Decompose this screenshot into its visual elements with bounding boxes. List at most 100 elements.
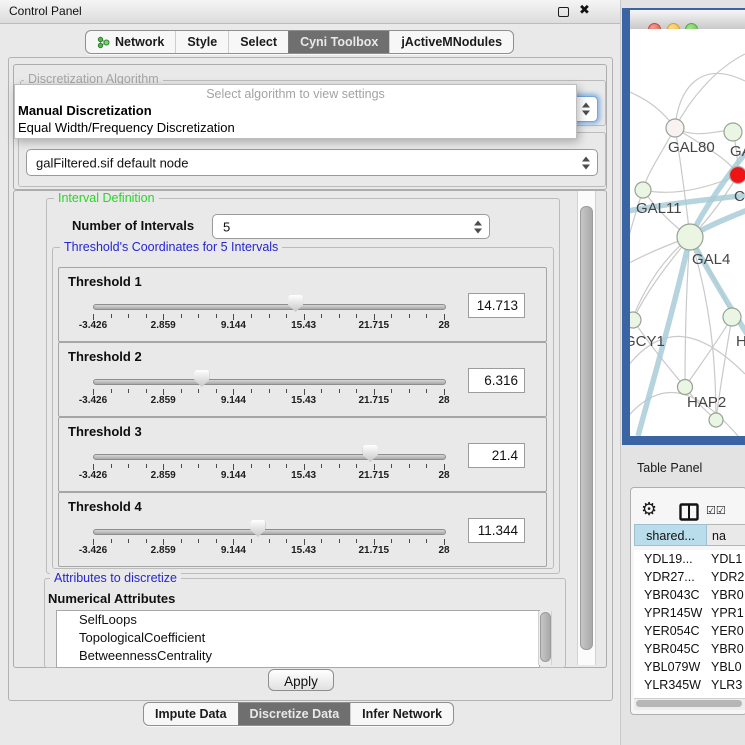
list-item[interactable]: SelfLoops [57,611,539,629]
slider-tick [356,314,357,318]
attributes-group-label: Attributes to discretize [50,571,181,585]
network-node[interactable] [724,123,742,141]
cell-name: YBR0 [711,640,744,658]
network-node[interactable] [635,182,651,198]
slider-tick [269,464,270,468]
tab-jactivemnodules[interactable]: jActiveMNodules [389,31,513,53]
table-row[interactable]: YBR045CYBR0 [634,640,745,658]
slider-tick [181,389,182,393]
slider-tick [321,314,322,318]
table-row[interactable]: YLR345WYLR3 [634,676,745,694]
attributes-scrollbar-thumb[interactable] [540,612,551,662]
slider-tick-label: 2.859 [151,395,176,406]
number-of-intervals-combo[interactable]: 5 [212,214,490,239]
slider-track[interactable] [93,454,446,460]
cell-shared-name: YER054C [634,622,711,640]
dropdown-item-equal-width-frequency[interactable]: Equal Width/Frequency Discretization [15,119,576,136]
slider-track[interactable] [93,529,446,535]
node-table-rows: YDL19...YDL1YDR27...YDR2YBR043CYBR0YPR14… [634,550,745,698]
tab-cyni-toolbox[interactable]: Cyni Toolbox [288,31,389,53]
threshold-value-field[interactable]: 14.713 [468,293,525,318]
table-row[interactable]: YDR27...YDR2 [634,568,745,586]
table-hscrollbar-thumb[interactable] [636,700,742,707]
column-header-name[interactable]: na [707,524,745,546]
apply-button[interactable]: Apply [268,669,334,691]
slider-tick [198,464,199,468]
network-node[interactable] [630,312,641,328]
threshold-value-field[interactable]: 21.4 [468,443,525,468]
slider-tick [111,539,112,543]
cell-name: YDL1 [711,550,742,568]
network-node-label: GAL4 [692,251,730,268]
settings-scrollbar-thumb[interactable] [580,206,593,650]
threshold-label: Threshold 1 [68,274,142,289]
table-row[interactable]: YPR145WYPR1 [634,604,745,622]
slider-tick [269,314,270,318]
slider-tick [111,389,112,393]
slider-tick [146,539,147,543]
tab-network[interactable]: Network [86,31,175,53]
slider-tick-label: -3.426 [79,545,107,556]
columns-icon[interactable] [679,503,699,521]
network-window-titlebar[interactable] [630,10,745,30]
float-window-icon[interactable] [558,7,569,17]
slider-tick-label: 9.144 [221,395,246,406]
network-canvas[interactable]: GAL80GACGAL11GAL4GCY1HHAP2 [630,29,745,436]
table-row[interactable]: YDL19...YDL1 [634,550,745,568]
slider-tick [409,464,410,468]
slider-tick [426,314,427,318]
cyni-mode-tabs: Impute Data Discretize Data Infer Networ… [143,702,454,726]
slider-tick [146,464,147,468]
cell-shared-name: YBL079W [634,658,711,676]
slider-tick [146,314,147,318]
tab-infer-network[interactable]: Infer Network [350,703,453,725]
slider-tick-label: -3.426 [79,395,107,406]
dropdown-hint: Select algorithm to view settings [15,85,576,102]
tab-discretize-data[interactable]: Discretize Data [238,703,351,725]
slider-track[interactable] [93,379,446,385]
control-panel-window: Control Panel ✖ Network Style Select Cyn… [0,0,621,745]
slider-tick-label: 28 [438,470,449,481]
slider-tick [198,389,199,393]
threshold-row: Threshold 2-3.4262.8599.14415.4321.71528… [58,342,547,417]
slider-tick [321,389,322,393]
network-node[interactable] [677,224,703,250]
slider-tick [321,539,322,543]
network-node-label: H [736,333,745,350]
list-item[interactable]: BetweennessCentrality [57,647,539,665]
table-row[interactable]: YBL079WYBL0 [634,658,745,676]
list-item[interactable]: TopologicalCoefficient [57,629,539,647]
threshold-value-field[interactable]: 11.344 [468,518,525,543]
cell-shared-name: YBR043C [634,586,711,604]
table-data-combo[interactable]: galFiltered.sif default node [26,149,598,176]
close-window-icon[interactable]: ✖ [579,2,590,18]
combo-stepper-icon[interactable] [474,220,482,233]
slider-track[interactable] [93,304,446,310]
dropdown-item-manual-discretization[interactable]: Manual Discretization [15,102,576,119]
combo-stepper-icon[interactable] [582,103,590,116]
network-node[interactable] [730,167,745,184]
combo-stepper-icon[interactable] [582,156,590,169]
tab-impute-data[interactable]: Impute Data [144,703,238,725]
tab-select[interactable]: Select [228,31,288,53]
threshold-row: Threshold 1-3.4262.8599.14415.4321.71528… [58,267,547,342]
network-node-label: C [734,188,745,205]
slider-tick [128,314,129,318]
table-row[interactable]: YBR043CYBR0 [634,586,745,604]
network-node[interactable] [678,380,693,395]
checkbox-icons[interactable]: ☑☑ [706,504,726,517]
slider-tick-label: 21.715 [359,545,390,556]
cell-name: YPR1 [711,604,744,622]
tab-style[interactable]: Style [175,31,228,53]
cell-shared-name: YBR045C [634,640,711,658]
slider-tick-label: 2.859 [151,545,176,556]
network-node[interactable] [709,413,723,427]
network-node[interactable] [666,119,684,137]
column-header-shared-name[interactable]: shared... [634,524,707,546]
table-row[interactable]: YER054CYER0 [634,622,745,640]
slider-tick [391,464,392,468]
network-node[interactable] [723,308,741,326]
threshold-value-field[interactable]: 6.316 [468,368,525,393]
slider-tick [409,314,410,318]
gear-icon[interactable]: ⚙ [641,499,657,520]
